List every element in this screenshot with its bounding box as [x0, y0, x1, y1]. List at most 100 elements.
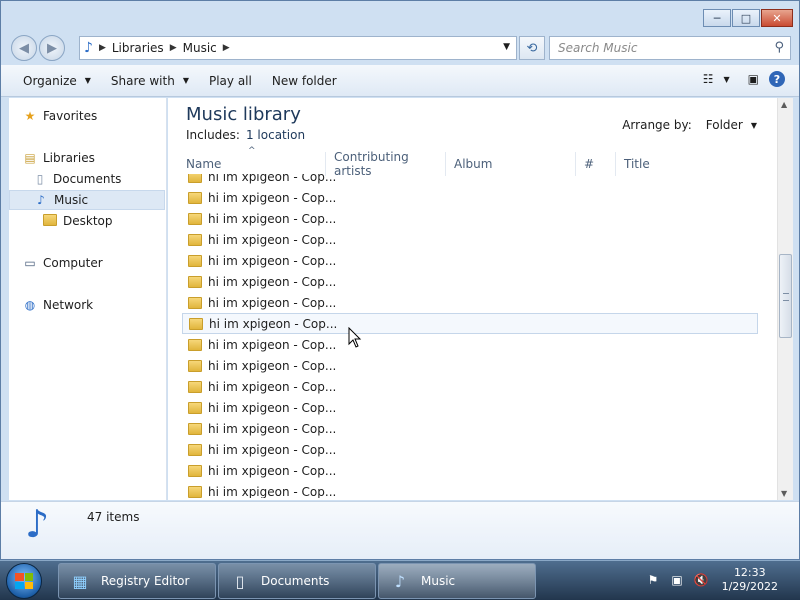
windows-logo-icon: [15, 573, 33, 589]
vertical-scrollbar[interactable]: ▲ ▼: [777, 98, 793, 500]
column-header-label: Name: [186, 157, 222, 171]
list-item[interactable]: hi im xpigeon - Cop...: [182, 439, 758, 460]
list-item-label: hi im xpigeon - Cop...: [208, 358, 337, 373]
sidebar-item-documents[interactable]: ▯ Documents: [31, 169, 187, 189]
list-item[interactable]: hi im xpigeon - Cop...: [182, 418, 758, 439]
organize-label: Organize: [23, 73, 77, 88]
folder-icon: [188, 174, 202, 183]
column-header-contributing-artists[interactable]: Contributing artists: [326, 150, 446, 178]
sidebar-item-libraries[interactable]: ▤ Libraries: [21, 148, 177, 168]
taskbar-item-registry-editor[interactable]: ▦ Registry Editor: [58, 563, 216, 599]
view-options-icon[interactable]: ☷: [703, 72, 714, 86]
back-arrow-icon: ◀: [19, 40, 29, 56]
list-item-label: hi im xpigeon - Cop...: [209, 316, 338, 331]
scroll-up-icon[interactable]: ▲: [781, 100, 787, 109]
breadcrumb-separator-icon[interactable]: ▶: [170, 43, 177, 53]
folder-icon: [41, 213, 59, 229]
list-item[interactable]: hi im xpigeon - Cop...: [182, 292, 758, 313]
sidebar-item-favorites[interactable]: ★ Favorites: [21, 106, 177, 126]
address-dropdown-icon[interactable]: ▼: [503, 42, 510, 52]
breadcrumb-separator-icon[interactable]: ▶: [99, 43, 106, 53]
computer-icon: ▭: [24, 256, 36, 270]
column-header-track-number[interactable]: #: [576, 152, 616, 176]
help-icon[interactable]: ?: [769, 71, 785, 87]
sidebar-item-label: Network: [43, 298, 94, 312]
title-bar[interactable]: ─ □ ✕: [1, 1, 799, 33]
list-item[interactable]: hi im xpigeon - Cop...: [182, 481, 758, 498]
list-item[interactable]: hi im xpigeon - Cop...: [182, 187, 758, 208]
folder-icon: [189, 317, 203, 330]
list-item[interactable]: hi im xpigeon - Cop...: [182, 229, 758, 250]
back-button[interactable]: ◀: [11, 35, 37, 61]
maximize-button[interactable]: □: [732, 9, 760, 27]
view-dropdown-icon[interactable]: ▼: [724, 75, 730, 84]
chevron-down-icon: ▼: [182, 76, 189, 85]
column-header-label: #: [584, 157, 595, 171]
sidebar-item-label: Libraries: [43, 151, 95, 165]
list-item-hovered[interactable]: hi im xpigeon - Cop...: [182, 313, 758, 334]
close-button[interactable]: ✕: [761, 9, 793, 27]
search-placeholder: Search Music: [558, 41, 638, 55]
list-item[interactable]: hi im xpigeon - Cop...: [182, 250, 758, 271]
details-pane: ♪ 47 items: [1, 501, 799, 559]
volume-muted-icon[interactable]: 🔇: [692, 571, 710, 589]
play-all-button[interactable]: Play all: [199, 74, 262, 88]
sidebar-item-network[interactable]: ◍ Network: [21, 295, 177, 315]
taskbar-item-documents[interactable]: ▯ Documents: [218, 563, 376, 599]
library-includes: Includes: 1 location: [186, 128, 305, 142]
search-icon[interactable]: ⚲: [774, 40, 784, 55]
list-item[interactable]: hi im xpigeon - Cop...: [182, 174, 758, 187]
list-item[interactable]: hi im xpigeon - Cop...: [182, 460, 758, 481]
includes-locations-link[interactable]: 1 location: [246, 128, 305, 142]
sidebar-item-label: Music: [54, 193, 89, 207]
folder-icon: [188, 275, 202, 288]
file-list-pane: Music library Includes: 1 location Arrang…: [168, 98, 777, 500]
list-item-label: hi im xpigeon - Cop...: [208, 295, 337, 310]
scrollbar-thumb[interactable]: [779, 254, 792, 338]
minimize-button[interactable]: ─: [703, 9, 731, 27]
breadcrumb-separator-icon[interactable]: ▶: [223, 43, 230, 53]
column-header-label: Title: [624, 157, 650, 171]
folder-icon: [188, 443, 202, 456]
minimize-icon: ─: [713, 11, 721, 25]
list-item-label: hi im xpigeon - Cop...: [208, 253, 337, 268]
search-input[interactable]: Search Music ⚲: [549, 36, 791, 60]
action-center-icon[interactable]: ⚑: [644, 571, 662, 589]
scroll-down-icon[interactable]: ▼: [781, 489, 787, 498]
arrange-by-label: Arrange by:: [622, 118, 692, 132]
preview-pane-icon[interactable]: ▣: [748, 72, 759, 86]
maximize-icon: □: [740, 11, 752, 25]
start-button[interactable]: [6, 563, 42, 599]
share-with-button[interactable]: Share with ▼: [101, 74, 199, 88]
arrange-by: Arrange by: Folder ▼: [622, 118, 757, 132]
list-item[interactable]: hi im xpigeon - Cop...: [182, 355, 758, 376]
chevron-down-icon[interactable]: ▼: [751, 121, 757, 130]
breadcrumb-libraries[interactable]: Libraries: [112, 41, 164, 55]
forward-button[interactable]: ▶: [39, 35, 65, 61]
column-header-album[interactable]: Album: [446, 152, 576, 176]
sidebar-item-computer[interactable]: ▭ Computer: [21, 253, 177, 273]
organize-button[interactable]: Organize ▼: [13, 74, 101, 88]
network-status-icon[interactable]: ▣: [668, 571, 686, 589]
list-item[interactable]: hi im xpigeon - Cop...: [182, 334, 758, 355]
list-item[interactable]: hi im xpigeon - Cop...: [182, 376, 758, 397]
column-header-name[interactable]: ^ Name: [178, 146, 326, 176]
libraries-icon: ▤: [24, 151, 36, 165]
column-header-title[interactable]: Title: [616, 152, 766, 176]
address-bar[interactable]: ♪ ▶ Libraries ▶ Music ▶ ▼: [79, 36, 517, 60]
list-item-label: hi im xpigeon - Cop...: [208, 400, 337, 415]
list-item[interactable]: hi im xpigeon - Cop...: [182, 208, 758, 229]
clock[interactable]: 12:33 1/29/2022: [722, 566, 778, 594]
taskbar-item-music[interactable]: ♪ Music: [378, 563, 536, 599]
forward-arrow-icon: ▶: [47, 40, 57, 56]
taskbar-item-label: Registry Editor: [101, 574, 190, 588]
arrange-by-dropdown[interactable]: Folder: [706, 118, 743, 132]
refresh-button[interactable]: ⟲: [519, 36, 545, 60]
list-item[interactable]: hi im xpigeon - Cop...: [182, 397, 758, 418]
new-folder-button[interactable]: New folder: [262, 74, 347, 88]
breadcrumb-music[interactable]: Music: [183, 41, 217, 55]
mouse-cursor-icon: [348, 327, 362, 348]
list-item[interactable]: hi im xpigeon - Cop...: [182, 271, 758, 292]
close-icon: ✕: [772, 11, 782, 25]
sidebar-item-music[interactable]: ♪ Music: [9, 190, 165, 210]
